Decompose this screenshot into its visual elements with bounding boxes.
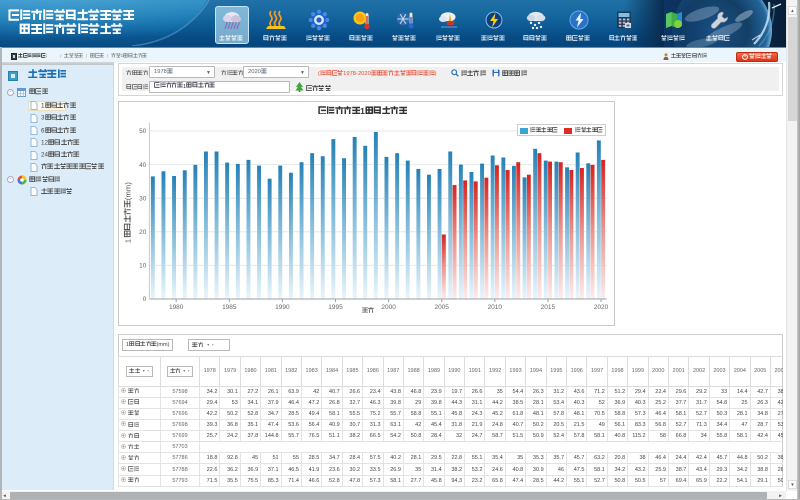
svg-text:2005: 2005 bbox=[434, 304, 449, 311]
svg-text:2010: 2010 bbox=[488, 304, 503, 311]
svg-text:10: 10 bbox=[139, 263, 147, 270]
svg-text:50: 50 bbox=[139, 128, 147, 135]
svg-text:30: 30 bbox=[139, 195, 147, 202]
svg-text:2015: 2015 bbox=[541, 304, 556, 311]
svg-text:0: 0 bbox=[143, 296, 147, 303]
svg-text:40: 40 bbox=[139, 162, 147, 169]
svg-text:1990: 1990 bbox=[275, 304, 290, 311]
svg-text:1995: 1995 bbox=[328, 304, 343, 311]
svg-text:1985: 1985 bbox=[222, 304, 237, 311]
svg-text:2020: 2020 bbox=[594, 304, 609, 311]
svg-text:20: 20 bbox=[139, 229, 147, 236]
svg-text:2000: 2000 bbox=[381, 304, 396, 311]
svg-text:1980: 1980 bbox=[169, 304, 184, 311]
